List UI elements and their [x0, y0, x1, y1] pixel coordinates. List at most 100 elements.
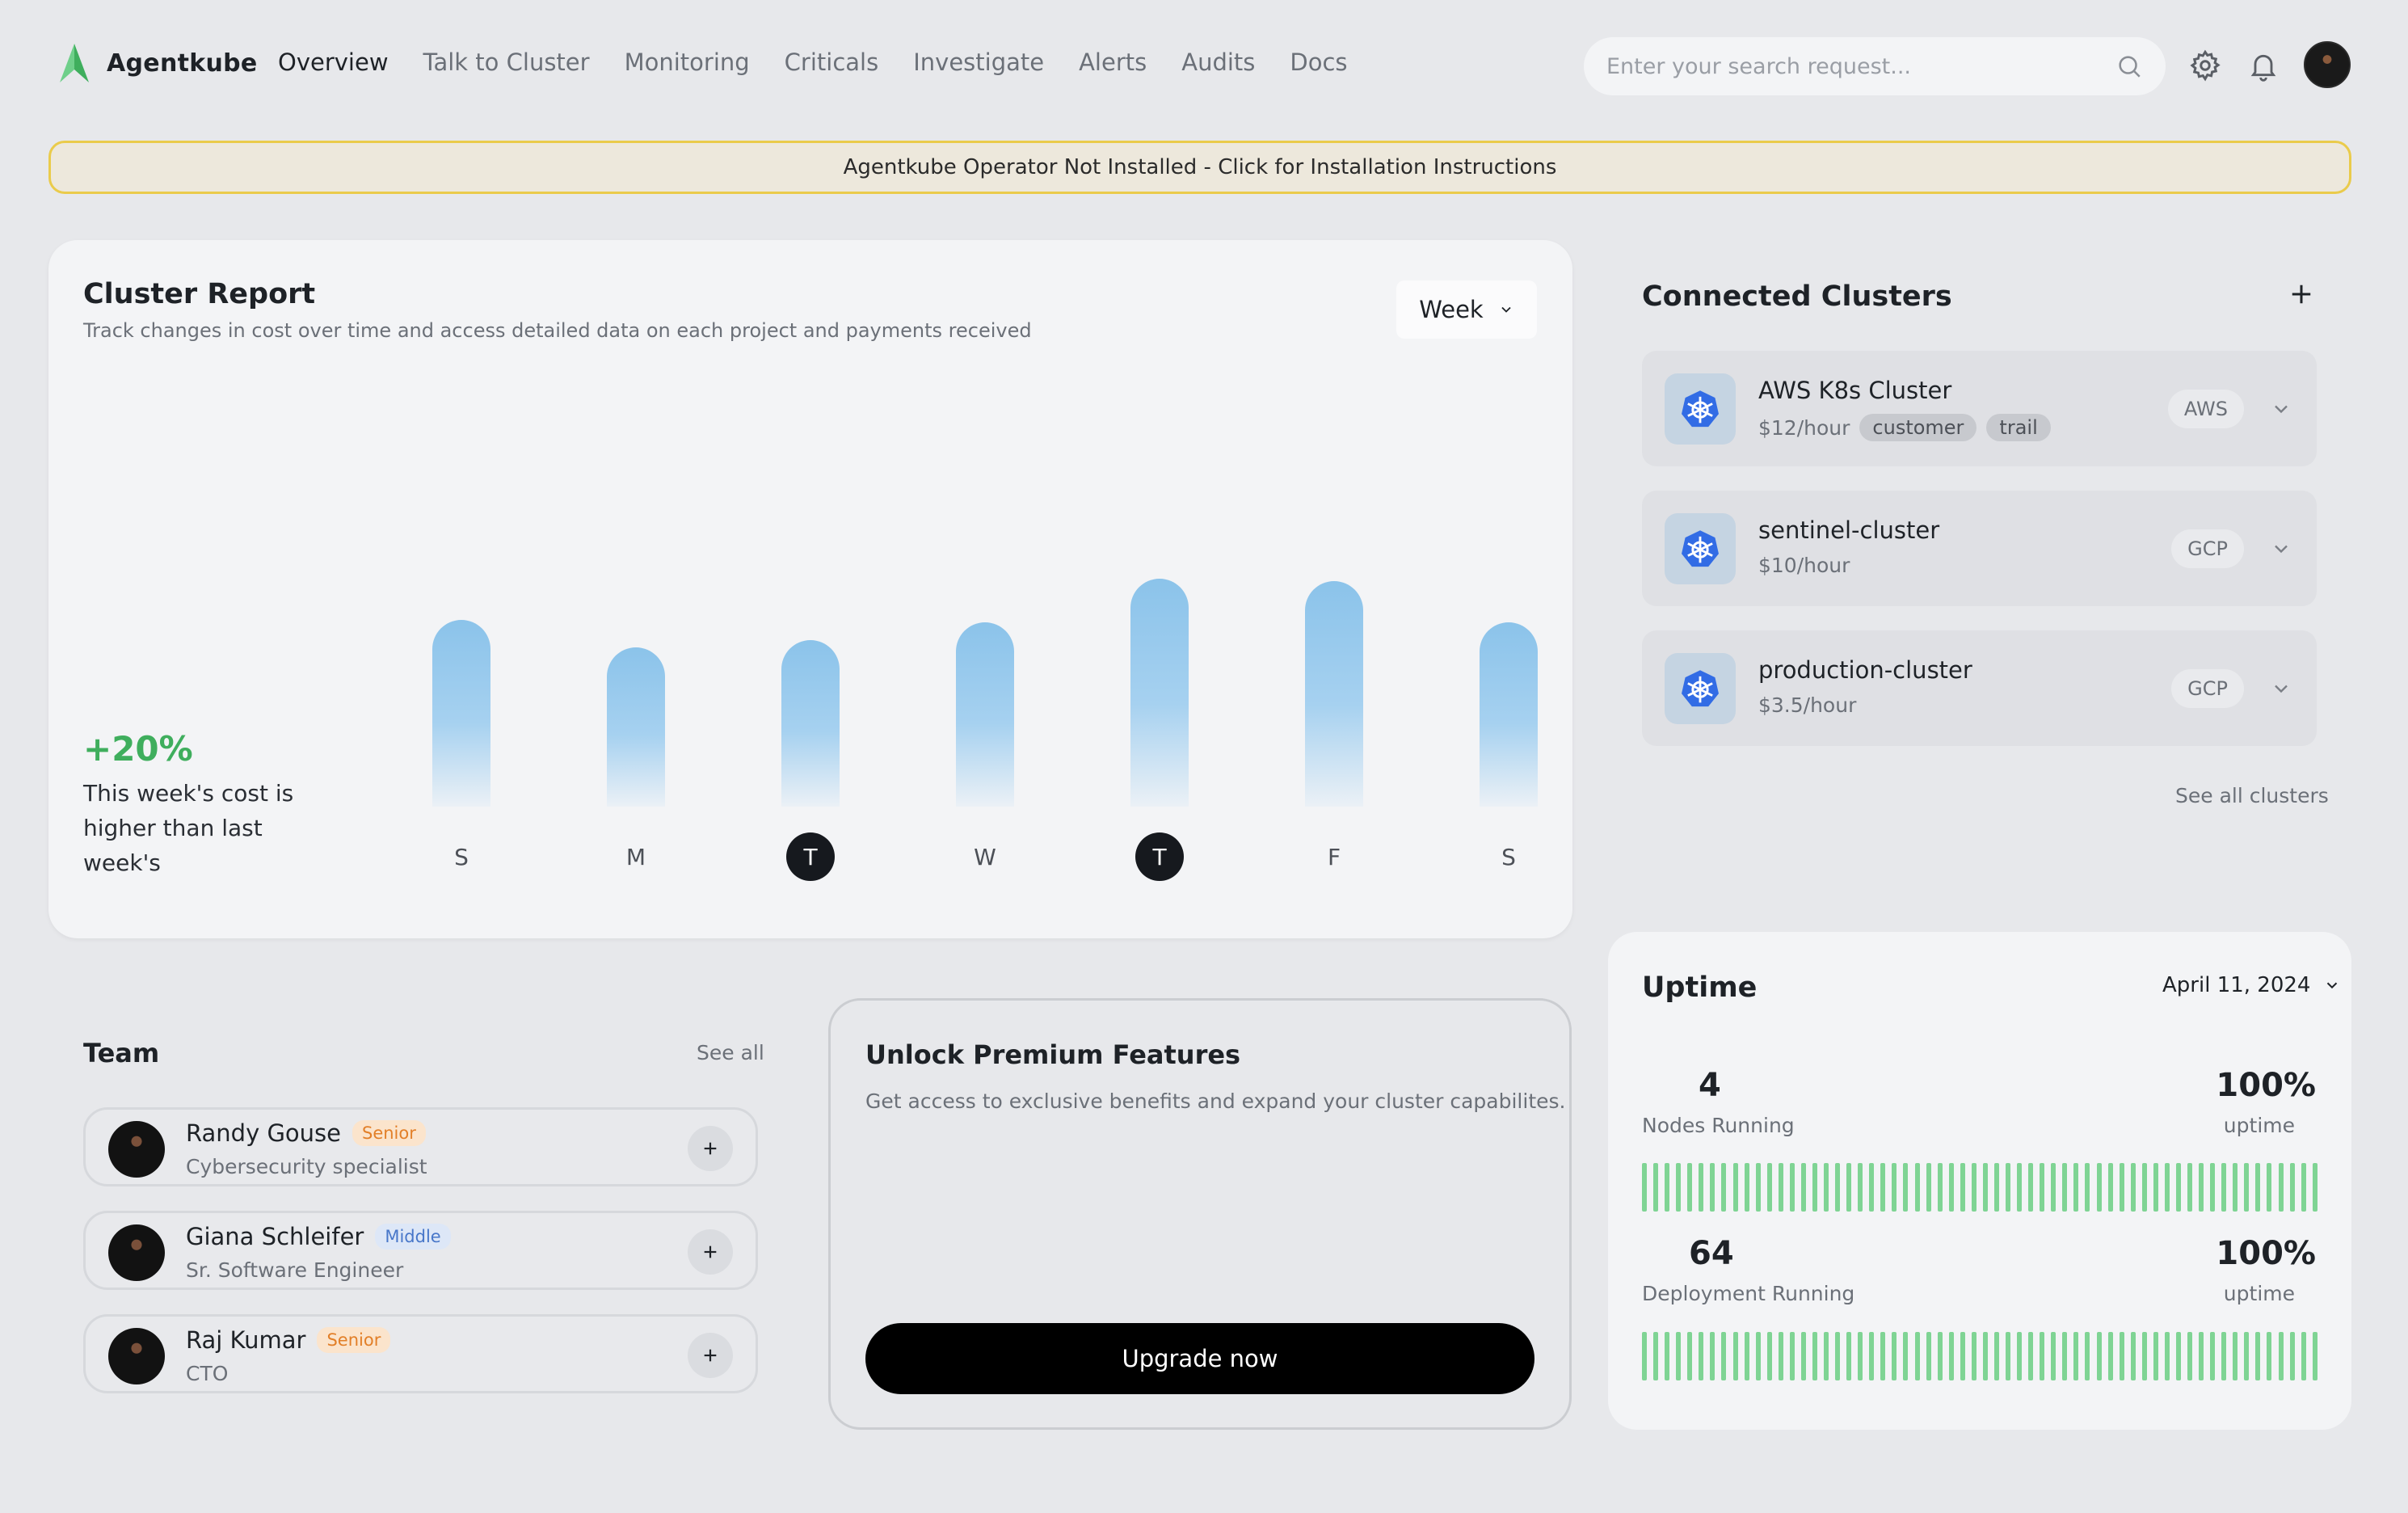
- uptime-tick: [2153, 1332, 2158, 1380]
- member-name-row: Randy Gouse Senior: [186, 1119, 426, 1147]
- cost-change-description: This week's cost is higher than last wee…: [83, 780, 294, 876]
- day-label[interactable]: F: [1310, 832, 1358, 881]
- uptime-tick: [1642, 1332, 1647, 1380]
- cluster-row[interactable]: production-cluster $3.5/hour GCP: [1642, 630, 2317, 746]
- member-role: Sr. Software Engineer: [186, 1258, 404, 1282]
- agentkube-logo-icon: [60, 44, 89, 82]
- app-logo[interactable]: Agentkube: [58, 42, 258, 84]
- member-name-row: Giana Schleifer Middle: [186, 1223, 451, 1250]
- cluster-price-row: $10/hour: [1758, 554, 1850, 577]
- uptime-tick: [2028, 1163, 2034, 1212]
- team-member[interactable]: Giana Schleifer Middle Sr. Software Engi…: [83, 1211, 758, 1290]
- uptime-tick: [1687, 1332, 1693, 1380]
- nav-criticals[interactable]: Criticals: [785, 48, 879, 76]
- operator-install-banner[interactable]: Agentkube Operator Not Installed - Click…: [48, 141, 2351, 194]
- uptime-date-select[interactable]: April 11, 2024: [2162, 973, 2341, 997]
- uptime-tick: [2130, 1163, 2136, 1212]
- uptime-tick: [2312, 1332, 2317, 1380]
- premium-subtitle: Get access to exclusive benefits and exp…: [865, 1089, 1566, 1113]
- nav-monitoring[interactable]: Monitoring: [625, 48, 750, 76]
- uptime-tick: [1971, 1163, 1976, 1212]
- chevron-down-icon[interactable]: [2270, 398, 2292, 420]
- chart-bar[interactable]: [781, 640, 840, 807]
- nav-investigate[interactable]: Investigate: [913, 48, 1044, 76]
- uptime-tick: [2233, 1332, 2238, 1380]
- chart-bar[interactable]: [1480, 622, 1538, 807]
- team-see-all-link[interactable]: See all: [697, 1041, 764, 1064]
- search-icon[interactable]: [2115, 53, 2143, 80]
- chevron-down-icon[interactable]: [2270, 677, 2292, 700]
- cluster-provider-badge: GCP: [2171, 529, 2244, 568]
- cluster-row[interactable]: sentinel-cluster $10/hour GCP: [1642, 491, 2317, 606]
- uptime-tick: [1993, 1163, 1999, 1212]
- uptime-tick: [2119, 1163, 2124, 1212]
- nav-audits[interactable]: Audits: [1181, 48, 1255, 76]
- see-all-clusters-link[interactable]: See all clusters: [2175, 784, 2329, 807]
- uptime-tick: [2289, 1163, 2295, 1212]
- cluster-name: AWS K8s Cluster: [1758, 377, 1952, 404]
- search-input[interactable]: Enter your search request...: [1584, 37, 2166, 95]
- uptime-tick: [2278, 1163, 2284, 1212]
- nav-docs[interactable]: Docs: [1290, 48, 1347, 76]
- uptime-tick: [2255, 1332, 2261, 1380]
- uptime-tick: [2073, 1163, 2079, 1212]
- member-name-row: Raj Kumar Senior: [186, 1326, 391, 1354]
- period-select[interactable]: Week: [1396, 280, 1537, 339]
- team-member[interactable]: Randy Gouse Senior Cybersecurity special…: [83, 1107, 758, 1186]
- uptime-tick: [2062, 1163, 2068, 1212]
- notifications-button[interactable]: [2244, 46, 2283, 85]
- uptime-tick: [1778, 1332, 1783, 1380]
- day-label[interactable]: T: [786, 832, 835, 881]
- uptime-tick: [1892, 1332, 1897, 1380]
- upgrade-button[interactable]: Upgrade now: [865, 1323, 1534, 1394]
- nav-alerts[interactable]: Alerts: [1079, 48, 1147, 76]
- uptime-tick: [2040, 1332, 2045, 1380]
- member-role: CTO: [186, 1362, 229, 1385]
- chart-bar[interactable]: [1305, 581, 1363, 807]
- uptime-tick: [1699, 1163, 1704, 1212]
- plus-icon: [704, 1349, 717, 1362]
- app-name: Agentkube: [107, 48, 258, 78]
- uptime-tick: [2164, 1163, 2170, 1212]
- day-label[interactable]: S: [1484, 832, 1533, 881]
- cluster-name: sentinel-cluster: [1758, 516, 1940, 544]
- add-member-button[interactable]: [688, 1126, 733, 1171]
- avatar: [108, 1121, 165, 1178]
- add-member-button[interactable]: [688, 1229, 733, 1275]
- chart-bar[interactable]: [432, 620, 490, 807]
- day-label[interactable]: S: [437, 832, 486, 881]
- user-avatar[interactable]: [2304, 41, 2351, 88]
- cluster-row[interactable]: AWS K8s Cluster $12/hour customer trail …: [1642, 351, 2317, 466]
- settings-button[interactable]: [2186, 46, 2225, 85]
- add-cluster-button[interactable]: [2289, 279, 2313, 311]
- team-member[interactable]: Raj Kumar Senior CTO: [83, 1314, 758, 1393]
- uptime-tick: [1824, 1163, 1829, 1212]
- cluster-report-title: Cluster Report: [83, 278, 316, 310]
- avatar: [108, 1328, 165, 1384]
- uptime-tick: [2051, 1332, 2056, 1380]
- nav-overview[interactable]: Overview: [278, 48, 389, 76]
- chart-bar[interactable]: [956, 622, 1014, 807]
- uptime-tick: [2187, 1332, 2192, 1380]
- uptime-tick: [2096, 1163, 2102, 1212]
- uptime-tick: [1665, 1332, 1670, 1380]
- uptime-tick: [2073, 1332, 2079, 1380]
- uptime-tick: [1971, 1332, 1976, 1380]
- avatar: [108, 1224, 165, 1281]
- day-label[interactable]: T: [1135, 832, 1184, 881]
- cluster-provider-badge: AWS: [2167, 390, 2244, 428]
- uptime-tick: [1880, 1332, 1886, 1380]
- chevron-down-icon[interactable]: [2270, 537, 2292, 560]
- day-label[interactable]: M: [612, 832, 660, 881]
- nav-talk-to-cluster[interactable]: Talk to Cluster: [423, 48, 590, 76]
- uptime-tick: [1993, 1332, 1999, 1380]
- day-label[interactable]: W: [961, 832, 1009, 881]
- chart-bar[interactable]: [607, 647, 665, 807]
- uptime-tick: [1766, 1332, 1772, 1380]
- add-member-button[interactable]: [688, 1333, 733, 1378]
- cluster-price: $10/hour: [1758, 554, 1850, 577]
- uptime-tick: [1778, 1163, 1783, 1212]
- chart-bar[interactable]: [1130, 579, 1189, 807]
- uptime-tick: [1835, 1163, 1841, 1212]
- uptime-tick: [2006, 1163, 2010, 1212]
